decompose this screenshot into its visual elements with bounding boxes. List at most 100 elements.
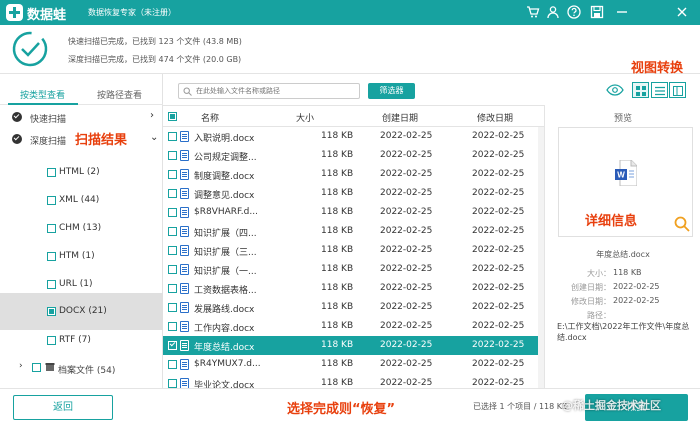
table-row[interactable]: $R8VHARF.d... 118 KB 2022-02-25 2022-02-25	[163, 203, 544, 222]
list-view-button[interactable]	[651, 82, 668, 98]
checkbox[interactable]	[168, 132, 177, 141]
checkbox[interactable]	[168, 360, 177, 369]
checkbox[interactable]	[168, 227, 177, 236]
checkbox[interactable]	[47, 280, 56, 289]
table-row[interactable]: 调整意见.docx 118 KB 2022-02-25 2022-02-25	[163, 184, 544, 203]
file-size: 118 KB	[321, 378, 354, 388]
filter-button[interactable]: 筛选器	[368, 83, 415, 99]
table-row[interactable]: 制度调整.docx 118 KB 2022-02-25 2022-02-25	[163, 165, 544, 184]
checkbox[interactable]	[168, 112, 177, 121]
checkbox[interactable]	[168, 322, 177, 331]
checkbox[interactable]	[168, 208, 177, 217]
preview-filename: 年度总结.docx	[596, 250, 650, 259]
annotation-view-switch: 视图转换	[631, 61, 684, 76]
file-modified: 2022-02-25	[472, 150, 525, 160]
col-created-header[interactable]: 创建日期	[382, 111, 418, 124]
tree-archive-files[interactable]: › 档案文件 (54)	[0, 357, 163, 379]
minimize-icon[interactable]	[615, 5, 629, 19]
file-created: 2022-02-25	[380, 340, 433, 350]
close-icon[interactable]	[675, 5, 689, 19]
list-view-icon	[655, 86, 665, 96]
chevron-right-icon[interactable]: ›	[19, 361, 23, 371]
table-row[interactable]: 知识扩展（一... 118 KB 2022-02-25 2022-02-25	[163, 260, 544, 279]
filetype-rtf[interactable]: RTF (7)	[0, 322, 163, 359]
docx-file-icon	[180, 245, 189, 256]
select-all-checkbox[interactable]	[168, 111, 177, 123]
docx-file-icon	[180, 378, 189, 388]
col-name-header[interactable]: 名称	[201, 111, 219, 124]
table-row[interactable]: 公司规定调整... 118 KB 2022-02-25 2022-02-25	[163, 146, 544, 165]
checkbox[interactable]	[47, 252, 56, 261]
filetype-label: XML (44)	[59, 195, 100, 205]
checkbox[interactable]	[168, 284, 177, 293]
checkbox[interactable]	[47, 307, 56, 316]
magnify-icon[interactable]	[674, 216, 690, 232]
search-input[interactable]	[196, 85, 356, 97]
path-key: 路径：	[587, 311, 611, 320]
scan-complete-check-icon	[11, 30, 49, 71]
docx-file-icon	[180, 188, 189, 199]
checkbox[interactable]	[168, 341, 177, 350]
file-name: 调整意见.docx	[194, 191, 255, 201]
detail-view-button[interactable]	[669, 82, 686, 98]
checkbox[interactable]	[168, 189, 177, 198]
file-size: 118 KB	[321, 302, 354, 312]
filetype-label: CHM (13)	[59, 223, 102, 233]
table-row[interactable]: $R4YMUX7.d... 118 KB 2022-02-25 2022-02-25	[163, 355, 544, 374]
footer: 返回 选择完成则“恢复” 已选择 1 个项目 / 118 KB 恢复 @稀土掘金…	[0, 388, 700, 426]
save-icon[interactable]	[590, 5, 604, 19]
tab-by-type[interactable]: 按类型查看	[20, 88, 65, 101]
col-size-header[interactable]: 大小	[296, 111, 314, 124]
user-icon[interactable]	[546, 5, 560, 19]
col-modified-header[interactable]: 修改日期	[477, 111, 513, 124]
grid-view-button[interactable]	[632, 82, 649, 98]
checkbox[interactable]	[32, 363, 41, 372]
back-button[interactable]: 返回	[13, 395, 113, 420]
checkbox[interactable]	[47, 196, 56, 205]
quick-scan-status: 快速扫描已完成，已找到 123 个文件 (43.8 MB)	[68, 37, 242, 46]
docx-file-icon	[180, 131, 189, 142]
checkbox[interactable]	[168, 246, 177, 255]
docx-file-icon	[180, 321, 189, 332]
file-modified: 2022-02-25	[472, 340, 525, 350]
filetype-label: DOCX (21)	[59, 306, 107, 316]
checkbox[interactable]	[168, 265, 177, 274]
file-name: 制度调整.docx	[194, 172, 255, 182]
eye-icon[interactable]	[606, 84, 624, 99]
checkbox[interactable]	[168, 170, 177, 179]
tab-by-path[interactable]: 按路径查看	[97, 88, 142, 101]
checkbox[interactable]	[47, 224, 56, 233]
checkbox[interactable]	[168, 379, 177, 388]
file-created: 2022-02-25	[380, 302, 433, 312]
table-row[interactable]: 毕业论文.docx 118 KB 2022-02-25 2022-02-25	[163, 374, 544, 388]
chevron-right-icon[interactable]: ›	[150, 110, 154, 121]
table-row[interactable]: 知识扩展（四... 118 KB 2022-02-25 2022-02-25	[163, 222, 544, 241]
file-modified: 2022-02-25	[472, 188, 525, 198]
table-row[interactable]: 发展路线.docx 118 KB 2022-02-25 2022-02-25	[163, 298, 544, 317]
table-row[interactable]: 入职说明.docx 118 KB 2022-02-25 2022-02-25	[163, 127, 544, 146]
file-created: 2022-02-25	[380, 131, 433, 141]
table-row[interactable]: 工作内容.docx 118 KB 2022-02-25 2022-02-25	[163, 317, 544, 336]
table-row-selected[interactable]: 年度总结.docx 118 KB 2022-02-25 2022-02-25	[163, 336, 544, 355]
docx-file-icon	[180, 226, 189, 237]
file-size: 118 KB	[321, 169, 354, 179]
search-box[interactable]	[178, 83, 360, 99]
checkbox[interactable]	[168, 303, 177, 312]
help-icon[interactable]	[567, 5, 581, 19]
tree-quick-scan[interactable]: 快速扫描 ›	[0, 106, 163, 128]
preview-title: 预览	[613, 114, 632, 124]
checkbox[interactable]	[47, 168, 56, 177]
cart-icon[interactable]	[526, 5, 540, 19]
table-row[interactable]: 知识扩展（三... 118 KB 2022-02-25 2022-02-25	[163, 241, 544, 260]
file-size: 118 KB	[321, 283, 354, 293]
created-key: 创建日期：	[571, 283, 611, 292]
grid-view-icon	[636, 86, 646, 96]
file-name: 知识扩展（一...	[194, 267, 257, 277]
checkbox[interactable]	[168, 151, 177, 160]
file-modified: 2022-02-25	[472, 169, 525, 179]
file-modified: 2022-02-25	[472, 283, 525, 293]
checkbox[interactable]	[47, 336, 56, 345]
table-row[interactable]: 工资数据表格... 118 KB 2022-02-25 2022-02-25	[163, 279, 544, 298]
file-name: $R4YMUX7.d...	[194, 359, 261, 369]
chevron-down-icon[interactable]: ⌄	[150, 132, 158, 143]
